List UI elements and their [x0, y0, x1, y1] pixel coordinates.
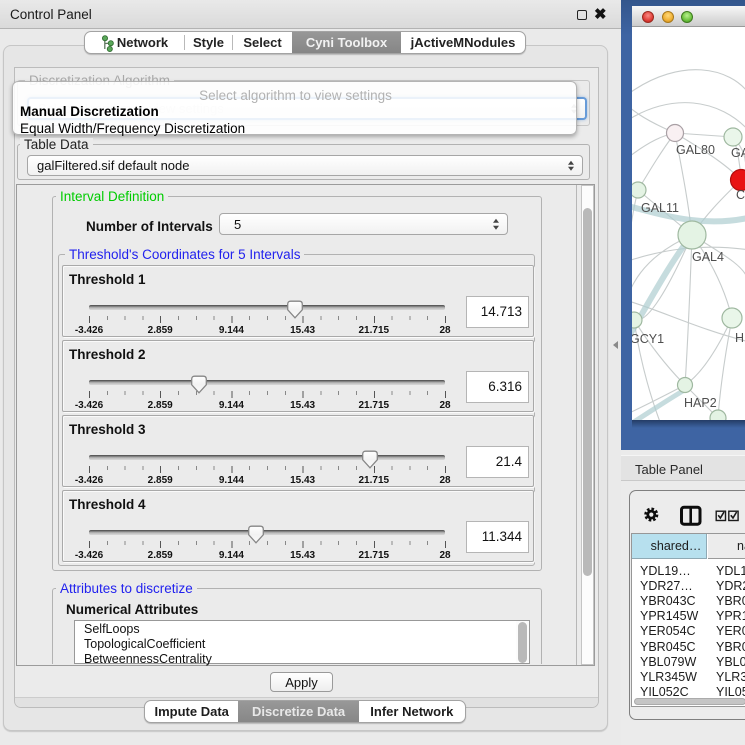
svg-text:GA: GA	[731, 146, 745, 160]
svg-text:HAP2: HAP2	[684, 396, 717, 410]
svg-text:HIS: HIS	[735, 331, 745, 345]
svg-text:CD: CD	[736, 188, 745, 202]
svg-text:GAL4: GAL4	[692, 250, 724, 264]
svg-text:GAL11: GAL11	[641, 201, 679, 215]
svg-text:GCY1: GCY1	[632, 332, 664, 346]
svg-text:GAL80: GAL80	[676, 143, 715, 157]
